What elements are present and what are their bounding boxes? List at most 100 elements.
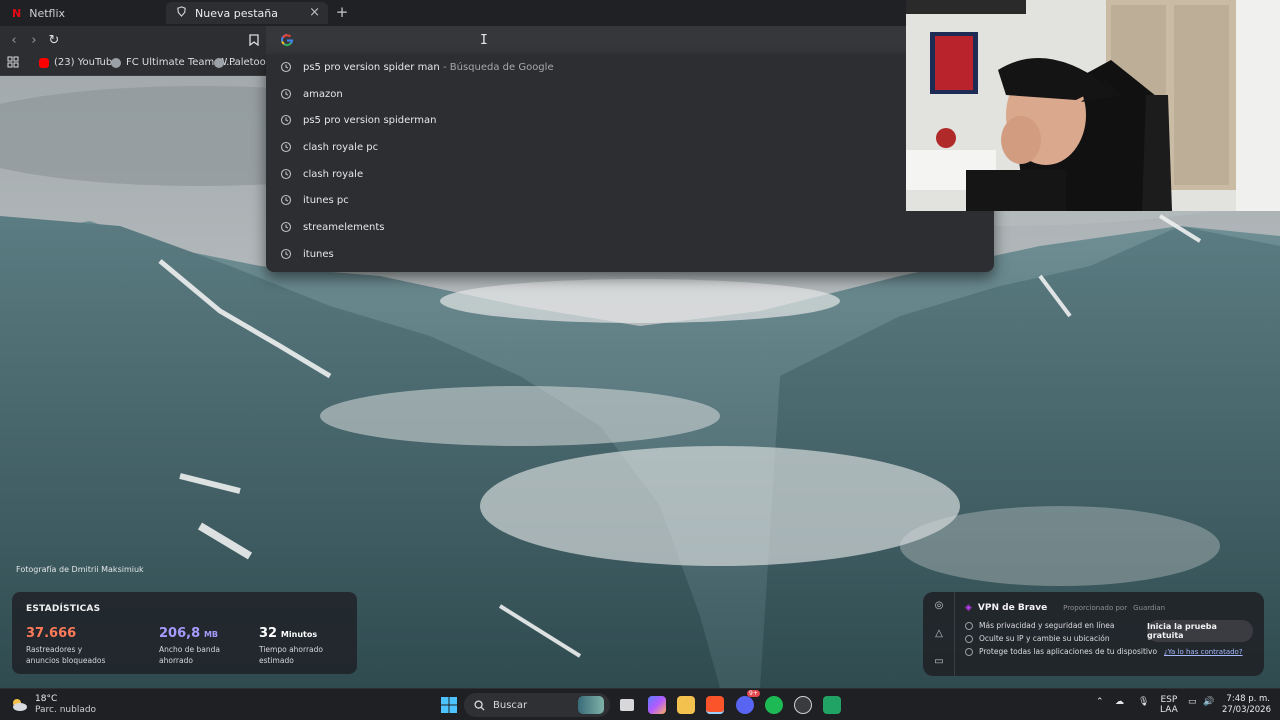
text-cursor-icon: I: [480, 33, 488, 48]
spreadsheet-app-icon[interactable]: [823, 696, 841, 714]
check-circle-icon: [965, 621, 973, 630]
vpn-title: VPN de Brave: [977, 603, 1048, 613]
netflix-icon: N: [12, 6, 22, 20]
weather-text: 18°C Parc. nublado: [35, 694, 96, 716]
stat-trackers-label: Rastreadores y anuncios bloqueados: [26, 645, 106, 665]
stat-time-unit: Minutos: [280, 630, 318, 639]
vpn-already-subscribed-link[interactable]: ¿Ya lo has contratado?: [1164, 648, 1243, 656]
microphone-icon[interactable]: 🎙: [1138, 697, 1149, 707]
back-button[interactable]: ‹: [5, 31, 23, 49]
tab-netflix[interactable]: N Netflix: [2, 2, 162, 24]
address-bar[interactable]: [266, 26, 994, 54]
vpn-provided-by: Proporcionado por: [1063, 604, 1128, 612]
language-indicator[interactable]: ESP LAA: [1160, 695, 1178, 715]
suggestion-item[interactable]: ps5 pro version spider man - Búsqueda de…: [266, 54, 994, 80]
spotify-icon[interactable]: [765, 696, 783, 714]
suggestion-item[interactable]: streamelements: [266, 214, 994, 240]
close-tab-icon[interactable]: ×: [309, 5, 320, 20]
vpn-feature: Oculte su IP y cambie su ubicación: [965, 634, 1110, 643]
bookmark-icon: [249, 34, 259, 46]
task-view-icon[interactable]: [620, 699, 634, 711]
back-icon: ‹: [11, 32, 17, 48]
history-icon: [280, 248, 292, 260]
bookmark-label: (23) YouTube: [54, 57, 119, 68]
globe-icon: [111, 57, 121, 68]
stat-bandwidth-value: 206,8: [159, 626, 201, 641]
history-icon: [280, 194, 292, 206]
vpn-feature-text: Oculte su IP y cambie su ubicación: [979, 634, 1110, 643]
vpn-feature-text: Protege todas las aplicaciones de tu dis…: [979, 647, 1158, 656]
apps-grid-icon: [7, 56, 19, 68]
apps-button[interactable]: [7, 56, 19, 68]
network-icon[interactable]: ▭: [1188, 697, 1197, 707]
suggestion-text: itunes: [303, 248, 334, 260]
onedrive-icon[interactable]: ☁: [1115, 697, 1124, 707]
obs-icon[interactable]: [794, 696, 812, 714]
tab-title: Nueva pestaña: [195, 6, 278, 20]
weather-widget[interactable]: 18°C Parc. nublado: [10, 694, 96, 716]
stat-time: 32 Minutos Tiempo ahorrado estimado: [259, 626, 329, 666]
suggestion-item[interactable]: itunes pc: [266, 187, 994, 213]
m365-copilot-icon[interactable]: [648, 696, 666, 714]
brave-shield-icon: [176, 6, 187, 20]
stat-bandwidth-unit: MB: [203, 630, 219, 639]
history-icon: [280, 114, 292, 126]
system-clock[interactable]: 7:48 p. m. 27/03/2026: [1222, 694, 1271, 716]
stat-bandwidth: 206,8 MB Ancho de banda ahorrado: [159, 626, 229, 666]
language-top: ESP: [1160, 695, 1178, 705]
search-highlight-icon: [578, 696, 604, 714]
vpn-provider: Guardian: [1133, 604, 1166, 612]
warning-icon[interactable]: △: [933, 628, 945, 640]
windows-icon: [441, 697, 457, 713]
discord-icon[interactable]: 9+: [736, 690, 760, 714]
suggestion-text: clash royale pc: [303, 141, 379, 153]
stats-title: ESTADÍSTICAS: [26, 604, 101, 614]
suggestion-item[interactable]: clash royale pc: [266, 134, 994, 160]
webcam-person-image: [906, 0, 1280, 211]
suggestion-item[interactable]: itunes: [266, 241, 994, 267]
vpn-side-icons: ◎ △ ▭: [923, 592, 955, 676]
suggestion-item[interactable]: clash royale: [266, 161, 994, 187]
shield-icon[interactable]: ◎: [933, 600, 945, 612]
search-placeholder: Buscar: [493, 699, 528, 711]
history-icon: [280, 168, 292, 180]
forward-button[interactable]: ›: [25, 31, 43, 49]
suggestion-text: streamelements: [303, 221, 385, 233]
check-circle-icon: [965, 647, 973, 656]
clock-time: 7:48 p. m.: [1226, 694, 1270, 704]
vpn-feature: Protege todas las aplicaciones de tu dis…: [965, 647, 1157, 656]
language-bottom: LAA: [1160, 705, 1178, 715]
stat-time-label: Tiempo ahorrado estimado: [259, 645, 324, 665]
suggestion-item[interactable]: amazon: [266, 81, 994, 107]
reload-button[interactable]: ↻: [45, 31, 63, 49]
vpn-feature: Más privacidad y seguridad en línea: [965, 621, 1114, 630]
photo-credit[interactable]: Fotografía de Dmitrii Maksimiuk: [16, 565, 144, 574]
vpn-feature-text: Más privacidad y seguridad en línea: [979, 621, 1115, 630]
bookmark-youtube[interactable]: (23) YouTube: [39, 57, 118, 68]
stat-time-value: 32: [259, 626, 278, 641]
weather-condition: Parc. nublado: [35, 705, 97, 715]
history-icon: [280, 61, 292, 73]
forward-icon: ›: [31, 32, 37, 48]
suggestion-text: clash royale: [303, 168, 364, 180]
stat-bandwidth-line: 206,8 MB: [159, 626, 229, 641]
tab-new-tab[interactable]: Nueva pestaña ×: [166, 2, 328, 24]
tray-chevron-icon[interactable]: ⌃: [1096, 697, 1104, 707]
suggestion-text: ps5 pro version spiderman: [303, 114, 437, 126]
video-icon[interactable]: ▭: [933, 656, 945, 668]
start-button[interactable]: [440, 696, 458, 714]
volume-icon[interactable]: 🔊: [1203, 697, 1214, 707]
stat-time-line: 32 Minutos: [259, 626, 329, 641]
suggestion-text-group: ps5 pro version spider man - Búsqueda de…: [303, 62, 554, 73]
file-explorer-icon[interactable]: [677, 696, 695, 714]
brave-browser-icon[interactable]: [706, 696, 724, 714]
taskbar-search[interactable]: Buscar: [464, 693, 610, 717]
bookmark-button[interactable]: [245, 31, 263, 49]
vpn-free-trial-button[interactable]: Inicia la prueba gratuita: [1147, 620, 1253, 642]
new-tab-button[interactable]: +: [334, 3, 350, 21]
vpn-logo-icon: ◈: [965, 603, 972, 613]
windows-taskbar: 18°C Parc. nublado Buscar 9+ ⌃ ☁ 🎙 ESP L…: [0, 688, 1280, 720]
webcam-overlay: [906, 0, 1280, 211]
reload-icon: ↻: [48, 32, 60, 48]
suggestion-item[interactable]: ps5 pro version spiderman: [266, 107, 994, 133]
